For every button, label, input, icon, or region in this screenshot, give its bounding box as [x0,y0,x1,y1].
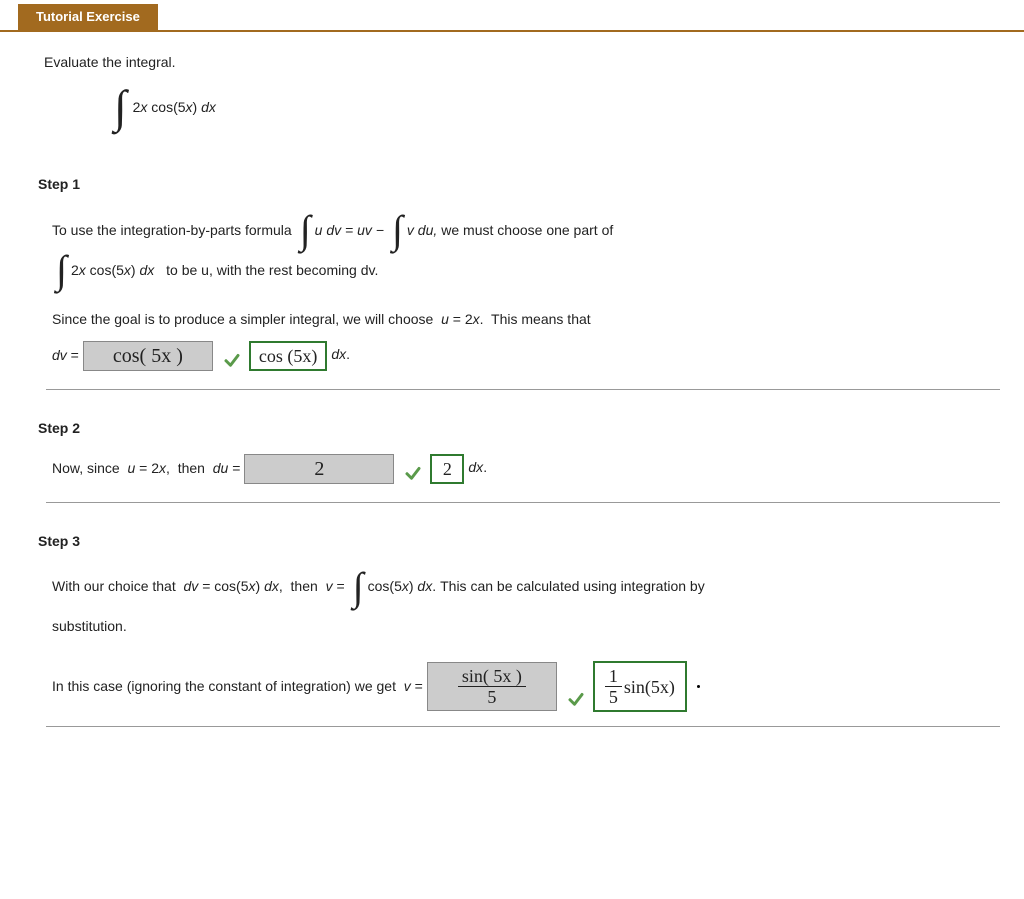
step3-answer-row: In this case (ignoring the constant of i… [52,661,1000,712]
step-3-label: Step 3 [38,533,1000,549]
step2-answer-row: Now, since u = 2x, then du = 2 2 dx. [52,454,1000,484]
dx-label: dx. [331,341,350,368]
math-text: v du, [407,217,437,244]
integral-body: 2x cos(5x) dx [133,99,216,115]
text: To use the integration-by-parts formula [52,217,292,244]
step1-line2: ∫ 2x cos(5x) dx to be u, with the rest b… [52,250,1000,290]
step1-line1: To use the integration-by-parts formula … [52,210,1000,250]
previous-answer-box: cos( 5x ) [83,341,213,371]
checkmark-icon [223,351,241,369]
correct-answer-box[interactable]: 1 5 sin(5x) [593,661,687,712]
correct-answer-box[interactable]: cos (5x) [249,341,327,371]
integral-sign-icon: ∫ [56,250,67,290]
step3-line1b: substitution. [52,613,1000,640]
divider [46,389,1000,390]
integral-sign-icon: ∫ [114,84,127,130]
previous-answer-box: sin( 5x ) 5 [427,662,557,711]
divider [46,726,1000,727]
step-3-body: With our choice that dv = cos(5x) dx, th… [52,567,1000,728]
integral-expression: ∫ 2x cos(5x) dx [114,84,1000,130]
math-text: cos(5x) dx. [368,573,436,600]
integral-sign-icon: ∫ [392,210,403,250]
page: Tutorial Exercise Evaluate the integral.… [0,4,1024,747]
dv-equals: dv = [52,342,79,369]
text: In this case (ignoring the constant of i… [52,673,423,700]
text: With our choice that dv = cos(5x) dx, th… [52,573,345,600]
text: This can be calculated using integration… [440,573,705,600]
step-2-body: Now, since u = 2x, then du = 2 2 dx. [52,454,1000,503]
dx-label: dx. [468,454,487,481]
step-1-label: Step 1 [38,176,1000,192]
step1-line3: Since the goal is to produce a simpler i… [52,306,1000,333]
content: Evaluate the integral. ∫ 2x cos(5x) dx S… [0,32,1024,727]
text: we must choose one part of [441,217,613,244]
step1-answer-row: dv = cos( 5x ) cos (5x) dx. [52,341,1000,371]
math-text: 2x cos(5x) dx [71,257,154,284]
step-1-body: To use the integration-by-parts formula … [52,210,1000,390]
header-bar: Tutorial Exercise [0,4,1024,32]
checkmark-icon [567,690,585,708]
text: to be u, with the rest becoming dv. [166,257,378,284]
period-dot [697,685,700,688]
step-2-label: Step 2 [38,420,1000,436]
math-text: u dv = uv − [315,217,384,244]
divider [46,502,1000,503]
integral-sign-icon: ∫ [353,567,364,607]
correct-answer-box[interactable]: 2 [430,454,464,484]
text: Now, since u = 2x, then du = [52,455,240,482]
checkmark-icon [404,464,422,482]
previous-answer-box: 2 [244,454,394,484]
tutorial-exercise-tab: Tutorial Exercise [18,4,158,30]
step3-line1: With our choice that dv = cos(5x) dx, th… [52,567,1000,607]
integral-sign-icon: ∫ [300,210,311,250]
exercise-prompt: Evaluate the integral. [44,54,1000,70]
